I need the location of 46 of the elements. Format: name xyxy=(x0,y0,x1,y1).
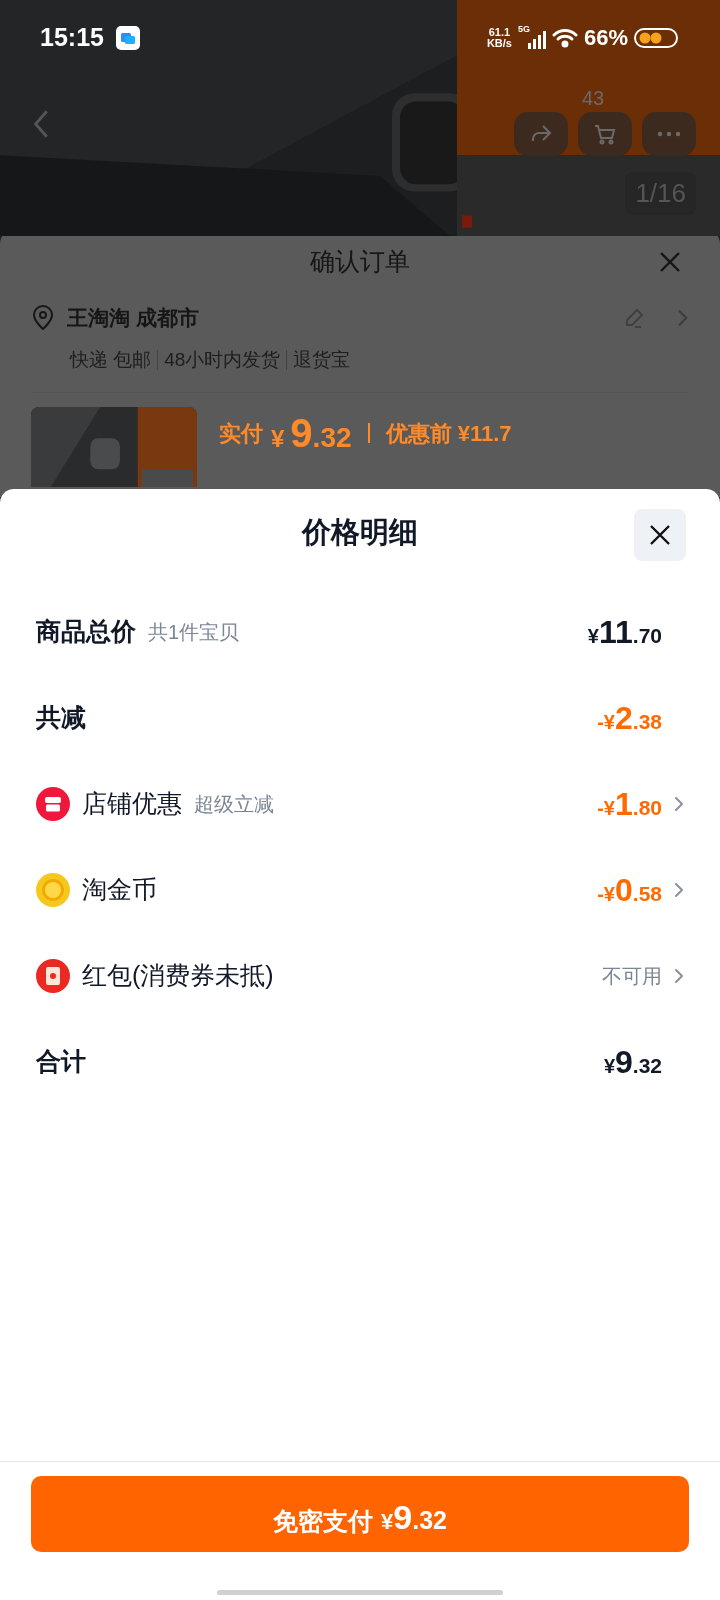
paid-label: 实付 xyxy=(219,419,263,448)
more-icon xyxy=(657,131,681,137)
cart-icon xyxy=(593,122,617,146)
battery-percent: 66% xyxy=(583,24,628,52)
coin-icon xyxy=(36,873,70,907)
battery-icon xyxy=(634,27,678,48)
address-text: 王淘淘 成都市 xyxy=(67,305,200,331)
price-amount: -¥0.58 xyxy=(597,874,662,906)
signal-icon xyxy=(527,30,546,49)
store-icon xyxy=(36,787,70,821)
row-label: 店铺优惠 xyxy=(82,788,182,820)
edit-icon[interactable] xyxy=(623,306,645,329)
shipping-tag: 退货宝 xyxy=(293,345,351,374)
row-status: 不可用 xyxy=(602,964,662,989)
price-amount: -¥2.38 xyxy=(597,702,662,734)
share-button[interactable] xyxy=(514,112,568,156)
chevron-right-icon xyxy=(677,308,689,327)
network-speed: 61.1 KB/s xyxy=(486,26,512,49)
price-amount: ¥9.32 xyxy=(603,1046,662,1078)
row-note: 超级立减 xyxy=(194,792,274,817)
original-price: 优惠前 ¥11.7 xyxy=(385,419,512,448)
network-type: 5G xyxy=(517,23,530,36)
more-button[interactable] xyxy=(642,112,696,156)
row-note: 共1件宝贝 xyxy=(148,620,240,645)
cart-button[interactable] xyxy=(578,112,632,156)
shipping-tag: 48小时内发货 xyxy=(164,345,281,374)
shipping-tag: 快递 包邮 xyxy=(70,345,152,374)
close-icon xyxy=(649,524,671,546)
sheet-title: 确认订单 xyxy=(310,246,410,278)
wifi-icon xyxy=(551,27,578,48)
paid-amount: ¥9.32 xyxy=(271,413,352,453)
envelope-icon xyxy=(36,959,70,993)
close-button[interactable] xyxy=(634,509,686,561)
row-label: 共减 xyxy=(36,702,86,734)
price-amount: ¥11.70 xyxy=(587,616,662,648)
row-label: 合计 xyxy=(36,1046,86,1078)
row-label: 淘金币 xyxy=(82,874,157,906)
sheet-title: 价格明细 xyxy=(302,515,418,551)
cart-count: 43 xyxy=(582,88,605,108)
row-label: 红包(消费券未抵) xyxy=(82,960,274,992)
pay-button[interactable]: 免密支付 ¥9.32 xyxy=(31,1476,689,1552)
close-icon[interactable] xyxy=(659,251,681,273)
status-time: 15:15 xyxy=(40,21,104,53)
price-amount: -¥1.80 xyxy=(597,788,662,820)
location-pin-icon xyxy=(31,304,55,331)
row-label: 商品总价 xyxy=(36,616,136,648)
